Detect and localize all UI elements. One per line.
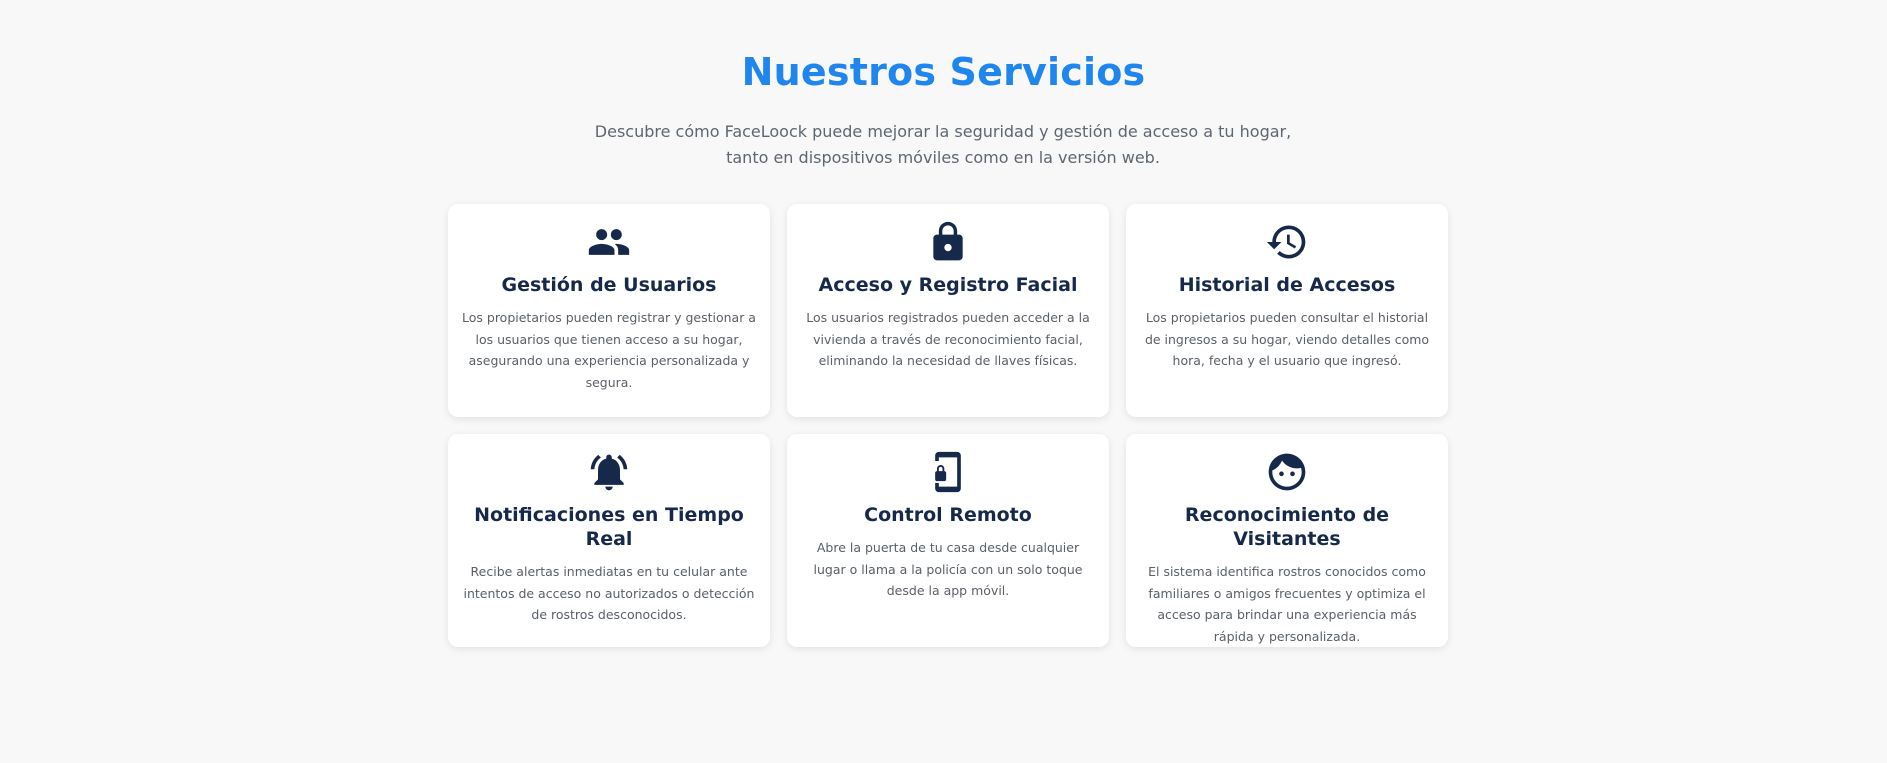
service-card-notifications: Notificaciones en Tiempo Real Recibe ale… <box>448 434 770 647</box>
card-description: Recibe alertas inmediatas en tu celular … <box>463 564 755 622</box>
card-title: Notificaciones en Tiempo Real <box>474 504 744 550</box>
card-description: Los usuarios registrados pueden acceder … <box>806 310 1090 368</box>
card-title: Acceso y Registro Facial <box>818 274 1078 296</box>
services-grid: Gestión de Usuarios Los propietarios pue… <box>448 204 1448 647</box>
users-icon <box>587 220 631 264</box>
bell-ringing-icon <box>587 450 631 494</box>
service-card-remote-control: Control Remoto Abre la puerta de tu casa… <box>787 434 1109 647</box>
card-description: Los propietarios pueden consultar el his… <box>1144 310 1430 368</box>
service-card-facial-access: Acceso y Registro Facial Los usuarios re… <box>787 204 1109 417</box>
service-card-visitor-recognition: Reconocimiento de Visitantes El sistema … <box>1126 434 1448 647</box>
next-section-heading-cropped <box>0 752 1887 763</box>
card-title: Control Remoto <box>864 504 1032 526</box>
subtitle-line-2: tanto en dispositivos móviles como en la… <box>726 148 1160 167</box>
history-icon <box>1265 220 1309 264</box>
card-title: Reconocimiento de Visitantes <box>1184 504 1390 550</box>
section-subtitle: Descubre cómo FaceLoock puede mejorar la… <box>593 119 1293 171</box>
section-title: Nuestros Servicios <box>741 50 1146 94</box>
lock-icon <box>926 220 970 264</box>
subtitle-line-1: Descubre cómo FaceLoock puede mejorar la… <box>594 122 1292 141</box>
services-section: Nuestros Servicios Descubre cómo FaceLoo… <box>0 0 1887 763</box>
card-title: Gestión de Usuarios <box>501 274 717 296</box>
card-description: El sistema identifica rostros conocidos … <box>1148 564 1426 644</box>
card-description: Los propietarios pueden registrar y gest… <box>462 310 756 390</box>
face-icon <box>1265 450 1309 494</box>
card-title: Historial de Accesos <box>1178 274 1396 296</box>
card-description: Abre la puerta de tu casa desde cualquie… <box>813 540 1083 598</box>
phone-lock-icon <box>926 450 970 494</box>
service-card-user-management: Gestión de Usuarios Los propietarios pue… <box>448 204 770 417</box>
service-card-access-history: Historial de Accesos Los propietarios pu… <box>1126 204 1448 417</box>
